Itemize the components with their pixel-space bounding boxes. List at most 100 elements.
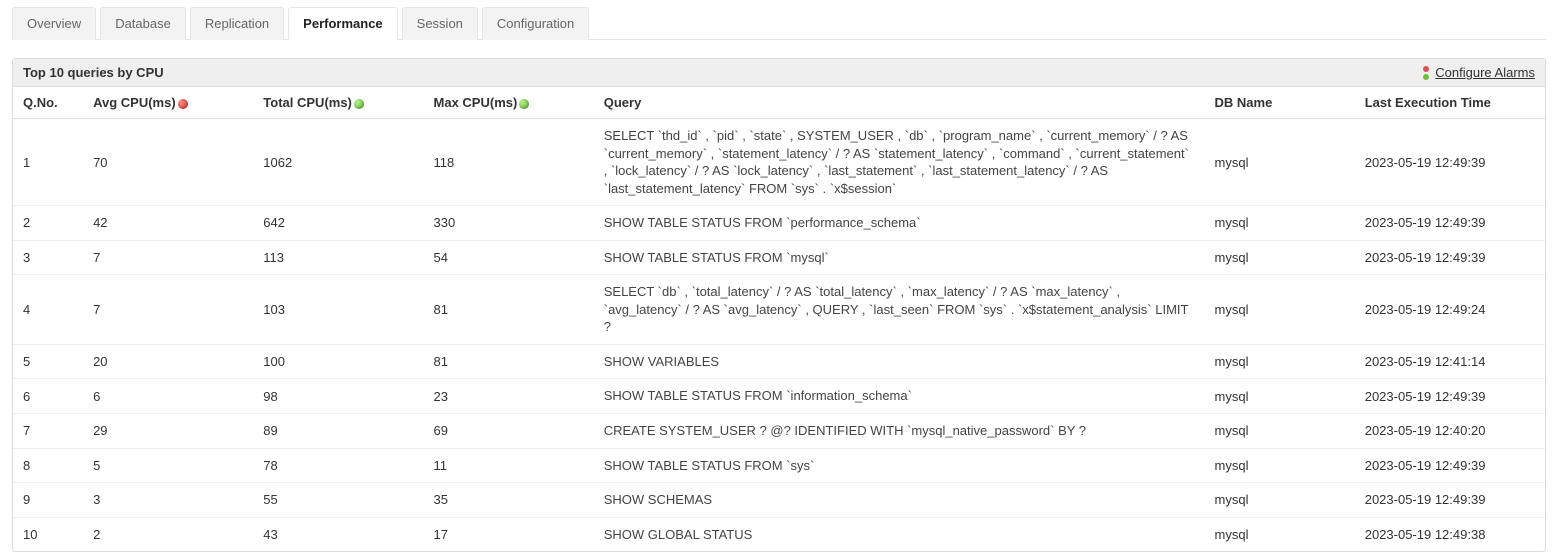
cell-total: 113 <box>253 240 423 275</box>
status-dot-icon <box>519 99 529 109</box>
cell-qno: 3 <box>13 240 83 275</box>
cell-max: 81 <box>424 344 594 379</box>
cell-max: 69 <box>424 414 594 449</box>
col-qno[interactable]: Q.No. <box>13 87 83 119</box>
top-queries-table: Q.No. Avg CPU(ms) Total CPU(ms) Max CPU(… <box>13 87 1545 551</box>
cell-db: mysql <box>1205 517 1355 551</box>
cell-time: 2023-05-19 12:40:20 <box>1355 414 1545 449</box>
col-query[interactable]: Query <box>594 87 1205 119</box>
tab-performance[interactable]: Performance <box>288 7 397 40</box>
cell-avg: 20 <box>83 344 253 379</box>
cell-avg: 70 <box>83 119 253 206</box>
cell-query: SELECT `db` , `total_latency` / ? AS `to… <box>594 275 1205 345</box>
table-row[interactable]: 52010081SHOW VARIABLESmysql2023-05-19 12… <box>13 344 1545 379</box>
cell-time: 2023-05-19 12:49:38 <box>1355 517 1545 551</box>
cell-db: mysql <box>1205 240 1355 275</box>
cell-time: 2023-05-19 12:49:39 <box>1355 240 1545 275</box>
col-time-label: Last Execution Time <box>1365 95 1491 110</box>
cell-db: mysql <box>1205 119 1355 206</box>
cell-time: 2023-05-19 12:49:39 <box>1355 206 1545 241</box>
table-row[interactable]: 669823SHOW TABLE STATUS FROM `informatio… <box>13 379 1545 414</box>
table-row[interactable]: 3711354SHOW TABLE STATUS FROM `mysql`mys… <box>13 240 1545 275</box>
col-db-label: DB Name <box>1215 95 1273 110</box>
cell-max: 35 <box>424 483 594 518</box>
col-avg-label: Avg CPU(ms) <box>93 95 176 110</box>
cell-time: 2023-05-19 12:49:39 <box>1355 379 1545 414</box>
cell-db: mysql <box>1205 483 1355 518</box>
cell-max: 330 <box>424 206 594 241</box>
cell-max: 118 <box>424 119 594 206</box>
status-dot-icon <box>354 99 364 109</box>
col-total-label: Total CPU(ms) <box>263 95 352 110</box>
tab-database[interactable]: Database <box>100 7 186 40</box>
cell-qno: 2 <box>13 206 83 241</box>
cell-max: 17 <box>424 517 594 551</box>
table-row[interactable]: 7298969CREATE SYSTEM_USER ? @? IDENTIFIE… <box>13 414 1545 449</box>
col-db[interactable]: DB Name <box>1205 87 1355 119</box>
cell-query: SHOW TABLE STATUS FROM `sys` <box>594 448 1205 483</box>
cell-db: mysql <box>1205 344 1355 379</box>
status-dot-icon <box>178 99 188 109</box>
tab-bar: OverviewDatabaseReplicationPerformanceSe… <box>12 6 1546 40</box>
table-row[interactable]: 4710381SELECT `db` , `total_latency` / ?… <box>13 275 1545 345</box>
cell-max: 11 <box>424 448 594 483</box>
cell-total: 1062 <box>253 119 423 206</box>
tab-configuration[interactable]: Configuration <box>482 7 589 40</box>
cell-avg: 7 <box>83 240 253 275</box>
cell-time: 2023-05-19 12:49:39 <box>1355 119 1545 206</box>
tab-replication[interactable]: Replication <box>190 7 284 40</box>
panel-title: Top 10 queries by CPU <box>23 65 164 80</box>
col-avg[interactable]: Avg CPU(ms) <box>83 87 253 119</box>
cell-avg: 6 <box>83 379 253 414</box>
cell-qno: 7 <box>13 414 83 449</box>
cell-avg: 29 <box>83 414 253 449</box>
configure-alarms-label: Configure Alarms <box>1435 65 1535 80</box>
alarm-icon <box>1421 66 1431 80</box>
cell-time: 2023-05-19 12:49:24 <box>1355 275 1545 345</box>
tab-session[interactable]: Session <box>402 7 478 40</box>
cell-qno: 1 <box>13 119 83 206</box>
table-row[interactable]: 935535SHOW SCHEMASmysql2023-05-19 12:49:… <box>13 483 1545 518</box>
cell-qno: 6 <box>13 379 83 414</box>
cell-query: SELECT `thd_id` , `pid` , `state` , SYST… <box>594 119 1205 206</box>
cell-avg: 5 <box>83 448 253 483</box>
cell-total: 103 <box>253 275 423 345</box>
top-queries-panel: Top 10 queries by CPU Configure Alarms Q… <box>12 58 1546 552</box>
cell-qno: 10 <box>13 517 83 551</box>
col-total[interactable]: Total CPU(ms) <box>253 87 423 119</box>
cell-query: SHOW GLOBAL STATUS <box>594 517 1205 551</box>
table-header-row: Q.No. Avg CPU(ms) Total CPU(ms) Max CPU(… <box>13 87 1545 119</box>
cell-db: mysql <box>1205 206 1355 241</box>
cell-max: 54 <box>424 240 594 275</box>
cell-max: 23 <box>424 379 594 414</box>
col-query-label: Query <box>604 95 642 110</box>
cell-total: 55 <box>253 483 423 518</box>
cell-qno: 9 <box>13 483 83 518</box>
table-row[interactable]: 857811SHOW TABLE STATUS FROM `sys`mysql2… <box>13 448 1545 483</box>
cell-db: mysql <box>1205 275 1355 345</box>
cell-avg: 7 <box>83 275 253 345</box>
cell-qno: 5 <box>13 344 83 379</box>
cell-qno: 8 <box>13 448 83 483</box>
cell-time: 2023-05-19 12:49:39 <box>1355 483 1545 518</box>
col-max-label: Max CPU(ms) <box>434 95 518 110</box>
cell-avg: 2 <box>83 517 253 551</box>
configure-alarms-link[interactable]: Configure Alarms <box>1421 65 1535 80</box>
table-row[interactable]: 242642330SHOW TABLE STATUS FROM `perform… <box>13 206 1545 241</box>
cell-total: 98 <box>253 379 423 414</box>
cell-time: 2023-05-19 12:49:39 <box>1355 448 1545 483</box>
table-row[interactable]: 1024317SHOW GLOBAL STATUSmysql2023-05-19… <box>13 517 1545 551</box>
col-time[interactable]: Last Execution Time <box>1355 87 1545 119</box>
cell-total: 642 <box>253 206 423 241</box>
cell-time: 2023-05-19 12:41:14 <box>1355 344 1545 379</box>
cell-max: 81 <box>424 275 594 345</box>
cell-total: 78 <box>253 448 423 483</box>
cell-query: SHOW SCHEMAS <box>594 483 1205 518</box>
cell-query: CREATE SYSTEM_USER ? @? IDENTIFIED WITH … <box>594 414 1205 449</box>
table-row[interactable]: 1701062118SELECT `thd_id` , `pid` , `sta… <box>13 119 1545 206</box>
cell-query: SHOW TABLE STATUS FROM `mysql` <box>594 240 1205 275</box>
col-max[interactable]: Max CPU(ms) <box>424 87 594 119</box>
cell-db: mysql <box>1205 448 1355 483</box>
tab-overview[interactable]: Overview <box>12 7 96 40</box>
cell-query: SHOW TABLE STATUS FROM `performance_sche… <box>594 206 1205 241</box>
